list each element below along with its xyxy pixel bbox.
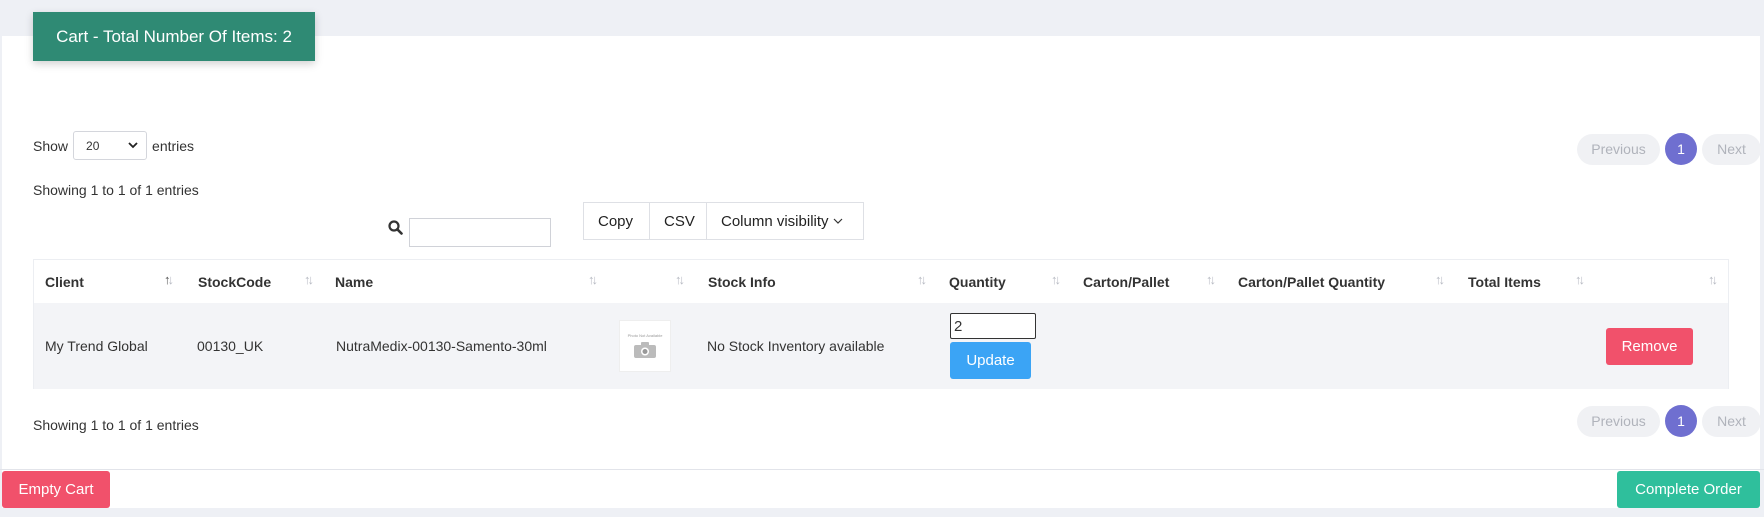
column-header-quantity[interactable]: Quantity [949,260,1006,303]
cell-image: Photo Not Available [619,303,671,389]
column-header-carton-pallet-quantity[interactable]: Carton/Pallet Quantity [1238,260,1385,303]
length-menu: Show 20 entries [33,131,194,160]
cell-name: NutraMedix-00130-Samento-30ml [336,338,547,354]
cell-actions: Remove [1606,303,1693,389]
pagination-top: Previous 1 Next [1577,133,1761,165]
length-suffix: entries [152,137,195,154]
sort-icon[interactable]: ↑↓ [1575,272,1585,287]
sort-icon[interactable]: ↑↓ [1206,272,1216,287]
pagination-page-1[interactable]: 1 [1665,405,1697,437]
search-input[interactable] [409,218,551,247]
table-info-top: Showing 1 to 1 of 1 entries [33,182,199,198]
cart-header: Cart - Total Number Of Items: 2 [33,12,315,61]
csv-button[interactable]: CSV [649,202,707,240]
pagination-previous[interactable]: Previous [1577,133,1660,165]
sort-icon[interactable]: ↑↓ [588,272,598,287]
column-visibility-button[interactable]: Column visibility [706,202,864,240]
column-visibility-label: Column visibility [721,212,829,230]
chevron-down-icon [833,218,842,224]
column-header-client[interactable]: Client [45,260,84,303]
sort-icon[interactable]: ↑↓ [304,272,314,287]
empty-cart-button[interactable]: Empty Cart [2,471,110,508]
search-icon [388,220,403,235]
pagination-next[interactable]: Next [1702,405,1761,437]
quantity-input[interactable]: 2 [950,313,1036,339]
column-header-name[interactable]: Name [335,260,373,303]
table-header: Client ↑↓ StockCode ↑↓ Name ↑↓ ↑↓ Stock … [34,260,1728,304]
column-header-total-items[interactable]: Total Items [1468,260,1541,303]
product-thumbnail[interactable]: Photo Not Available [619,320,671,372]
copy-button[interactable]: Copy [583,202,650,240]
column-header-carton-pallet[interactable]: Carton/Pallet [1083,260,1169,303]
length-prefix: Show [33,137,69,154]
camera-placeholder-icon [634,342,656,358]
sort-icon[interactable]: ↑↓ [1708,272,1718,287]
footer-divider [0,469,1764,470]
pagination-bottom: Previous 1 Next [1577,405,1761,437]
remove-button[interactable]: Remove [1606,327,1693,365]
sort-icon[interactable]: ↑↓ [164,272,174,287]
column-header-stock-info[interactable]: Stock Info [708,260,776,303]
pagination-previous[interactable]: Previous [1577,405,1660,437]
cart-table: Client ↑↓ StockCode ↑↓ Name ↑↓ ↑↓ Stock … [33,259,1729,389]
pagination-page-1[interactable]: 1 [1665,133,1697,165]
table-info-bottom: Showing 1 to 1 of 1 entries [33,417,199,433]
cell-stockcode: 00130_UK [197,338,264,354]
sort-icon[interactable]: ↑↓ [675,272,685,287]
pagination-next[interactable]: Next [1702,133,1761,165]
update-button[interactable]: Update [950,342,1031,379]
sort-icon[interactable]: ↑↓ [1051,272,1061,287]
chevron-down-icon [128,142,138,149]
search-box [388,208,551,247]
thumbnail-caption: Photo Not Available [627,333,663,338]
complete-order-button[interactable]: Complete Order [1617,471,1760,508]
table-row: My Trend Global 00130_UK NutraMedix-0013… [34,303,1728,389]
sort-icon[interactable]: ↑↓ [1435,272,1445,287]
entries-select[interactable]: 20 [73,131,148,160]
cell-client: My Trend Global [45,338,148,354]
cart-title: Cart - Total Number Of Items: 2 [56,26,292,46]
cell-stock-info: No Stock Inventory available [707,338,885,354]
sort-icon[interactable]: ↑↓ [917,272,927,287]
entries-select-value: 20 [86,138,100,153]
column-header-stockcode[interactable]: StockCode [198,260,271,303]
table-buttons: Copy CSV Column visibility [583,202,864,240]
cell-quantity: 2 Update [950,303,1036,389]
